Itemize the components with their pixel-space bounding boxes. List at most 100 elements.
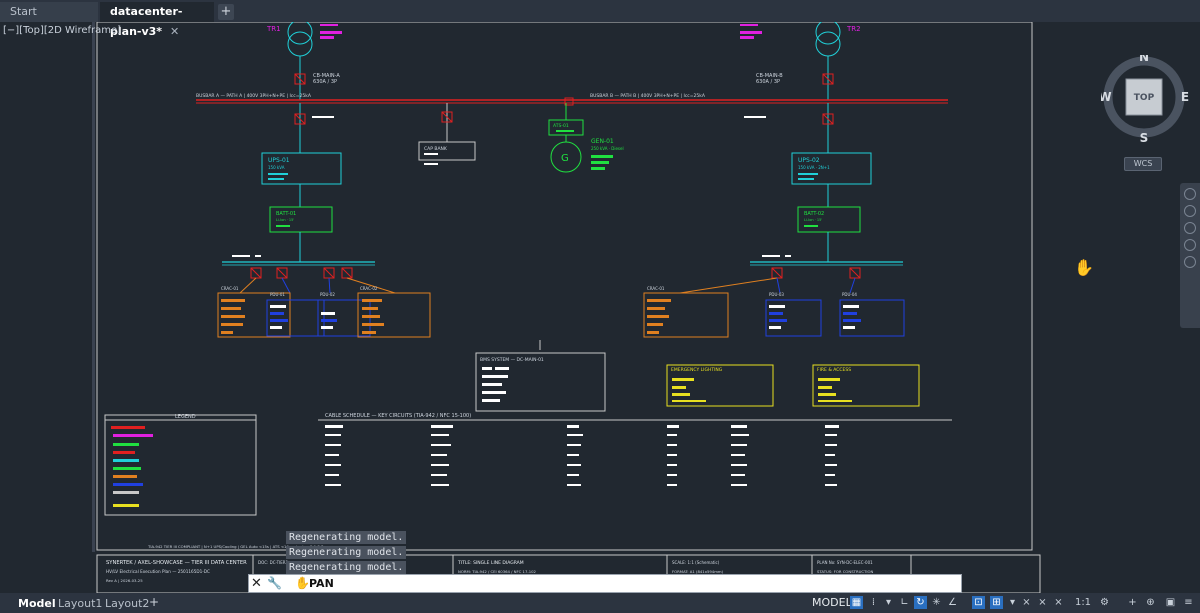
ups-01-spec: 150 kVA bbox=[268, 165, 285, 170]
battery-batt-01: BATT-01 Li-Ion · 15' bbox=[269, 206, 333, 233]
compass-e: E bbox=[1181, 90, 1189, 104]
busbar-a-label: BUSBAR A — PATH A | 400V 3PH+N+PE | Icc=… bbox=[196, 93, 312, 99]
new-tab-button[interactable]: + bbox=[218, 4, 234, 20]
pdu-03-b-label: PDU-03 bbox=[769, 292, 784, 297]
command-line[interactable]: ✕ 🔧 ✋ PAN bbox=[248, 574, 962, 593]
layout-tab-layout2[interactable]: Layout2 bbox=[101, 595, 153, 613]
selection-cycling-icon[interactable]: ⊞ bbox=[990, 596, 1003, 609]
sheet-edge bbox=[92, 22, 95, 552]
object-snap-icon[interactable]: ⊡ bbox=[972, 596, 985, 609]
tb-sheet-title: TITLE: SINGLE LINE DIAGRAM bbox=[457, 560, 524, 566]
pdu-04-b-label: PDU-04 bbox=[842, 292, 857, 297]
fire-label: FIRE & ACCESS bbox=[817, 367, 851, 373]
distribution-bus-a bbox=[222, 255, 375, 266]
distribution-bus-b bbox=[750, 255, 903, 266]
cable-schedule-title: CABLE SCHEDULE — KEY CIRCUITS (TIA-942 /… bbox=[325, 413, 471, 419]
showmotion-icon[interactable] bbox=[1184, 256, 1196, 268]
command-history-line: Regenerating model. bbox=[286, 531, 407, 544]
ups-02-label: UPS-02 bbox=[798, 157, 820, 164]
model-space-toggle[interactable]: MODEL bbox=[812, 595, 852, 611]
tab-drawing[interactable]: datacenter-plan-v3* ✕ bbox=[100, 2, 214, 38]
gen-spec: 250 kVA · Diesel bbox=[591, 146, 624, 151]
command-history-line: Regenerating model. bbox=[286, 546, 407, 559]
compass-n: N bbox=[1139, 55, 1149, 64]
breaker-cb-main-b: CB-MAIN-B 630A / 3P bbox=[756, 73, 834, 85]
status-bar: Model Layout1 Layout2 + MODEL ▦ ⁞ ▾ ∟ ↻ … bbox=[0, 593, 1200, 613]
tb-doc: DOC: DC-TIER3 bbox=[258, 560, 289, 565]
ortho-icon[interactable]: ∟ bbox=[898, 596, 911, 609]
annotation-scale-icon[interactable]: ⨯ bbox=[1052, 596, 1065, 609]
battery-batt-02: BATT-02 Li-Ion · 15' bbox=[797, 206, 861, 233]
isodraft-icon[interactable]: ✳ bbox=[930, 596, 943, 609]
gen-label: GEN-01 bbox=[591, 138, 614, 145]
tr1-label: TR1 bbox=[266, 25, 281, 33]
batt-02-spec: Li-Ion · 15' bbox=[804, 218, 822, 222]
batt-01-label: BATT-01 bbox=[276, 211, 296, 217]
cb-main-b-spec: 630A / 3P bbox=[756, 79, 780, 85]
zoom-icon[interactable] bbox=[1184, 222, 1196, 234]
pdu-04-b: PDU-04 bbox=[839, 292, 905, 337]
wcs-menu[interactable]: WCS bbox=[1124, 157, 1162, 171]
isolate-objects-icon[interactable]: ⊕ bbox=[1144, 596, 1157, 609]
polar-tracking-icon[interactable]: ↻ bbox=[914, 596, 927, 609]
crac-01-a-label: CRAC-01 bbox=[221, 286, 239, 291]
customization-menu-icon[interactable]: ≡ bbox=[1182, 596, 1195, 609]
tab-start[interactable]: Start bbox=[0, 2, 98, 22]
ups-01-label: UPS-01 bbox=[268, 157, 290, 164]
annotation-autoscale-icon[interactable]: ⨯ bbox=[1036, 596, 1049, 609]
crac-01-b-label: CRAC-01 bbox=[647, 286, 665, 291]
viewport-controls[interactable]: [−][Top][2D Wireframe] bbox=[3, 25, 121, 36]
plus-icon[interactable]: + bbox=[1126, 596, 1139, 609]
crac-02-a-label: CRAC-02 bbox=[360, 286, 378, 291]
pdu-02-a: PDU-02 bbox=[317, 292, 371, 337]
pan-hand-cursor-icon: ✋ bbox=[1074, 258, 1094, 277]
add-layout-button[interactable]: + bbox=[148, 596, 160, 610]
tb-company: SYNERTEK / AXEL-SHOWCASE — TIER III DATA… bbox=[106, 560, 247, 566]
dist-breakers-b bbox=[771, 267, 861, 279]
object-snap-tracking-icon[interactable]: ∠ bbox=[946, 596, 959, 609]
generator-gen-01: ATS-01 G GEN-01 250 kVA · Diesel bbox=[548, 119, 624, 173]
snap-icon[interactable]: ⁞ bbox=[867, 596, 880, 609]
pan-icon[interactable] bbox=[1184, 205, 1196, 217]
tr2-label: TR2 bbox=[846, 25, 861, 33]
ups-01-box: UPS-01 150 kVA bbox=[261, 152, 342, 185]
drawing-canvas[interactable]: TR1 TR2 CB-MAIN-A 630A / 3P CB-MAIN-B 63… bbox=[0, 22, 1200, 593]
annotation-scale-value[interactable]: 1:1 bbox=[1072, 596, 1094, 609]
osnap-dropdown-icon[interactable]: ▾ bbox=[1006, 596, 1019, 609]
layout-tab-layout1[interactable]: Layout1 bbox=[54, 595, 106, 613]
breaker-feeder-b bbox=[744, 113, 834, 125]
tb-project: HV/LV Electrical Execution Plan — 250116… bbox=[106, 569, 210, 574]
gear-icon[interactable]: ⚙ bbox=[1098, 596, 1111, 609]
dist-breakers-a bbox=[250, 267, 353, 279]
hardware-acceleration-icon[interactable]: ▣ bbox=[1164, 596, 1177, 609]
crac-02-a: CRAC-02 bbox=[357, 286, 431, 338]
navigation-bar[interactable] bbox=[1180, 183, 1200, 328]
bms-system-box: BMS SYSTEM — DC-MAIN-01 bbox=[475, 352, 606, 412]
compass-s: S bbox=[1140, 131, 1149, 145]
steering-wheel-icon[interactable] bbox=[1184, 188, 1196, 200]
legend-box: LEGEND bbox=[104, 414, 257, 516]
close-icon[interactable]: ✕ bbox=[251, 576, 262, 591]
annotation-visibility-icon[interactable]: ⨯ bbox=[1020, 596, 1033, 609]
ats-label: ATS-01 bbox=[553, 123, 569, 129]
breaker-feeder-a bbox=[294, 113, 334, 125]
cap-bank-label: CAP BANK bbox=[424, 146, 448, 152]
layout-tab-model[interactable]: Model bbox=[14, 595, 60, 613]
busbar: BUSBAR A — PATH A | 400V 3PH+N+PE | Icc=… bbox=[196, 93, 948, 106]
ups-02-box: UPS-02 150 kVA · 2N+1 bbox=[791, 152, 872, 185]
customize-wrench-icon[interactable]: 🔧 bbox=[267, 576, 282, 590]
cable-schedule: CABLE SCHEDULE — KEY CIRCUITS (TIA-942 /… bbox=[318, 413, 952, 486]
pan-command-icon: ✋ bbox=[295, 576, 310, 590]
command-input[interactable]: PAN bbox=[309, 577, 334, 590]
emergency-label: EMERGENCY LIGHTING bbox=[671, 367, 723, 373]
snap-dropdown-icon[interactable]: ▾ bbox=[882, 596, 895, 609]
command-history-line: Regenerating model. bbox=[286, 561, 407, 574]
orbit-icon[interactable] bbox=[1184, 239, 1196, 251]
grid-icon[interactable]: ▦ bbox=[850, 596, 863, 609]
batt-02-label: BATT-02 bbox=[804, 211, 824, 217]
emergency-lighting-box: EMERGENCY LIGHTING bbox=[666, 364, 774, 407]
viewcube-top-face: TOP bbox=[1134, 93, 1155, 103]
fire-access-box: FIRE & ACCESS bbox=[812, 364, 920, 407]
pdu-03-b: PDU-03 bbox=[765, 292, 822, 337]
viewcube[interactable]: N S W E TOP bbox=[1098, 50, 1189, 145]
